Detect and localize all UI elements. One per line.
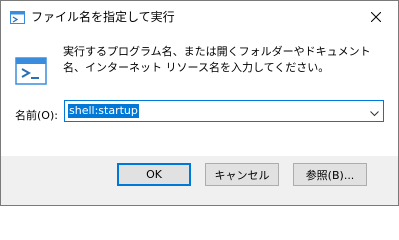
ok-button[interactable]: OK <box>117 163 191 186</box>
button-bar: OK キャンセル 参照(B)... <box>1 156 398 205</box>
run-dialog-icon <box>10 9 25 24</box>
run-dialog: ファイル名を指定して実行 実行するプログラム名、または開くフォルダーやドキュメン… <box>0 0 399 206</box>
open-label: 名前(O): <box>15 109 58 122</box>
dropdown-button[interactable] <box>365 101 383 121</box>
browse-button[interactable]: 参照(B)... <box>293 163 367 186</box>
chevron-down-icon <box>369 102 379 121</box>
dialog-body: 実行するプログラム名、または開くフォルダーやドキュメント名、インターネット リソ… <box>1 31 398 156</box>
command-combobox[interactable]: shell:startup <box>64 100 384 122</box>
instruction-text: 実行するプログラム名、または開くフォルダーやドキュメント名、インターネット リソ… <box>63 45 371 74</box>
window-title: ファイル名を指定して実行 <box>31 10 175 24</box>
run-program-icon <box>15 55 47 87</box>
close-button[interactable] <box>354 1 398 31</box>
cancel-button[interactable]: キャンセル <box>205 163 279 186</box>
title-bar[interactable]: ファイル名を指定して実行 <box>1 1 398 31</box>
close-icon <box>370 7 382 26</box>
command-input[interactable]: shell:startup <box>68 104 139 118</box>
